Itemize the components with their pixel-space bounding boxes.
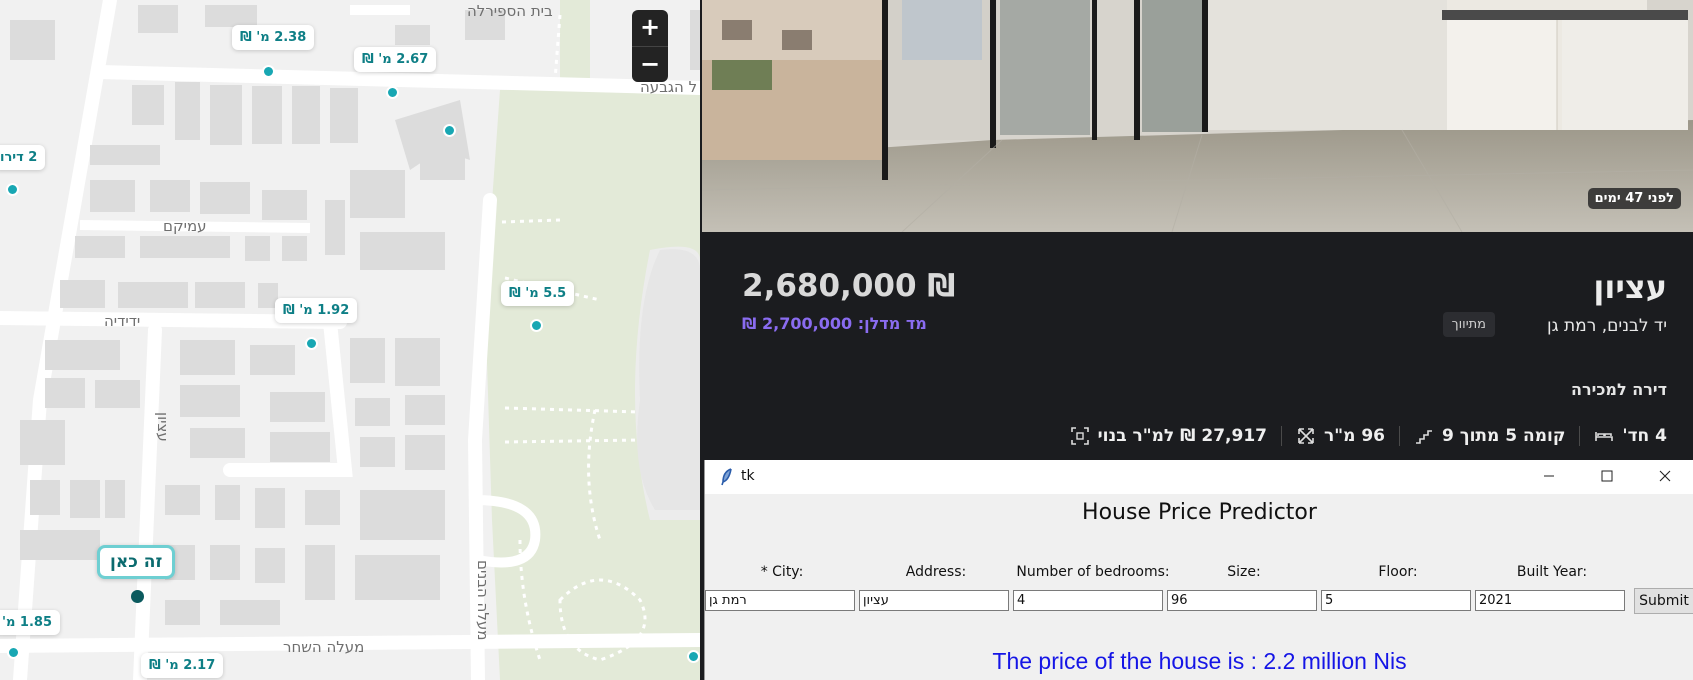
- zoom-in-button[interactable]: +: [632, 10, 668, 46]
- price-pin[interactable]: 2 דירו: [0, 145, 46, 170]
- fact-size: 96 מ"ר: [1282, 426, 1400, 446]
- window-title: tk: [741, 468, 755, 484]
- listing-street-title: עציון: [1593, 268, 1667, 306]
- city-field[interactable]: רמת גן: [705, 590, 855, 611]
- minimize-icon: [1544, 475, 1554, 477]
- area-scan-icon: [1070, 427, 1089, 445]
- street-label: עציון: [154, 412, 172, 442]
- listing-facts: 4 חד' קומה 5 מתוך 9 96 מ"ר 27,917 ₪ למ"ר…: [1056, 426, 1667, 446]
- broker-tag: מתיווך: [1442, 312, 1495, 337]
- tk-feather-icon: [721, 468, 732, 486]
- listing-address: יד לבנים, רמת גן: [1546, 316, 1667, 336]
- price-pin[interactable]: 2.67 מ' ₪: [354, 47, 437, 72]
- pin-dot[interactable]: [305, 337, 318, 350]
- pin-dot[interactable]: [7, 646, 20, 659]
- built-year-label: Built Year:: [1516, 564, 1588, 580]
- madlan-estimate[interactable]: מד מדלן: 2,700,000 ₪: [742, 314, 927, 333]
- stairs-icon: [1415, 430, 1432, 444]
- listing-photo[interactable]: לפני 47 ימים: [702, 0, 1693, 232]
- size-label: Size:: [1227, 564, 1261, 580]
- price-pin[interactable]: 2.17 מ' ₪: [141, 653, 224, 678]
- maximize-button[interactable]: [1578, 460, 1636, 494]
- size-field[interactable]: 96: [1167, 590, 1317, 611]
- expand-icon: [1298, 428, 1314, 444]
- minimize-button[interactable]: [1520, 460, 1578, 494]
- tk-window: tk House Price Predictor * City: Address…: [704, 460, 1693, 680]
- price-pin[interactable]: 1.92 מ' ₪: [275, 298, 358, 323]
- close-button[interactable]: [1636, 460, 1693, 494]
- bedrooms-label: Number of bedrooms:: [1016, 564, 1170, 580]
- pin-dot[interactable]: [687, 650, 700, 663]
- fact-rooms: 4 חד': [1580, 426, 1667, 446]
- address-label: Address:: [905, 564, 967, 580]
- address-field[interactable]: עציון: [859, 590, 1009, 611]
- price-pin[interactable]: 1.85 מ': [0, 610, 60, 635]
- map-panel[interactable]: בית הספירלה ל הגבעה עמיקם ידידיה עציון מ…: [0, 0, 700, 680]
- apartment-photo-image: [702, 0, 1693, 232]
- current-listing-marker[interactable]: זה כאן: [97, 545, 176, 579]
- pin-dot[interactable]: [386, 86, 399, 99]
- price-per-m2-value: 27,917 ₪ למ"ר בנוי: [1097, 426, 1267, 446]
- maximize-icon: [1601, 470, 1613, 482]
- price-pin[interactable]: 5.5 מ' ₪: [501, 281, 575, 306]
- listing-price: 2,680,000 ₪: [742, 268, 956, 304]
- street-label: מעלה הבנים: [474, 560, 492, 641]
- street-label: בית הספירלה: [467, 2, 553, 20]
- prediction-result: The price of the house is : 2.2 million …: [992, 648, 1407, 674]
- floor-value: קומה 5 מתוך 9: [1441, 426, 1566, 446]
- fact-price-per-m2: 27,917 ₪ למ"ר בנוי: [1056, 426, 1282, 446]
- app-heading: House Price Predictor: [1082, 500, 1317, 525]
- listing-details: 2,680,000 ₪ מד מדלן: 2,700,000 ₪ עציון י…: [702, 232, 1693, 458]
- pin-dot[interactable]: [6, 183, 19, 196]
- street-label: עמיקם: [163, 217, 207, 235]
- window-titlebar[interactable]: tk: [705, 460, 1693, 494]
- city-label: * City:: [760, 564, 804, 580]
- floor-field[interactable]: 5: [1321, 590, 1471, 611]
- days-listed-badge: לפני 47 ימים: [1587, 188, 1681, 209]
- street-label: ידידיה: [104, 312, 141, 330]
- bed-icon: [1595, 432, 1614, 441]
- submit-button[interactable]: Submit: [1634, 588, 1693, 614]
- current-listing-dot: [131, 590, 144, 603]
- bedrooms-field[interactable]: 4: [1013, 590, 1163, 611]
- size-value: 96 מ"ר: [1324, 426, 1385, 446]
- fact-floor: קומה 5 מתוך 9: [1400, 426, 1581, 446]
- pin-dot[interactable]: [443, 124, 456, 137]
- zoom-out-button[interactable]: −: [632, 46, 668, 82]
- rooms-value: 4 חד': [1622, 426, 1667, 446]
- price-pin[interactable]: 2.38 מ' ₪: [232, 25, 315, 50]
- listing-type: דירה למכירה: [1571, 380, 1667, 399]
- built-year-field[interactable]: 2021: [1475, 590, 1625, 611]
- street-label: מעלה השחר: [283, 638, 365, 656]
- zoom-controls: + −: [632, 10, 668, 82]
- floor-label: Floor:: [1378, 564, 1418, 580]
- pin-dot[interactable]: [530, 319, 543, 332]
- pin-dot[interactable]: [262, 65, 275, 78]
- close-icon: [1659, 470, 1671, 482]
